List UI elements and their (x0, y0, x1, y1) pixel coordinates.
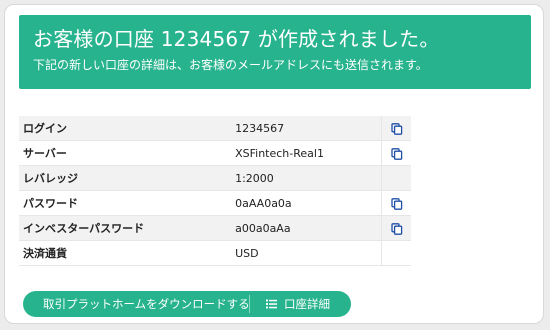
row-label: ログイン (19, 116, 234, 141)
copy-investor-password-button[interactable] (381, 215, 411, 241)
action-button-group: 取引プラットホームをダウンロードする 口座詳細 (23, 291, 351, 317)
row-value: 1234567 (233, 116, 382, 141)
copy-password-button[interactable] (381, 190, 411, 216)
row-label: インベスターパスワード (19, 215, 234, 241)
account-details-table: ログイン 1234567 サーバー XSFintech-Real1 レバレッジ … (19, 116, 411, 266)
download-button-label: 取引プラットホームをダウンロードする (43, 297, 250, 311)
table-row-login: ログイン 1234567 (19, 116, 411, 141)
row-label: サーバー (19, 140, 234, 166)
account-details-button[interactable]: 口座詳細 (250, 291, 351, 317)
list-icon (266, 299, 277, 309)
table-row-investor-password: インベスターパスワード a00a0aAa (19, 215, 411, 241)
row-value: 1:2000 (233, 165, 382, 191)
row-value: 0aAA0a0a (233, 190, 382, 216)
download-platform-button[interactable]: 取引プラットホームをダウンロードする (23, 291, 250, 317)
table-row-password: パスワード 0aAA0a0a (19, 190, 411, 216)
row-value: a00a0aAa (233, 215, 382, 241)
banner-title: お客様の口座 1234567 が作成されました。 (33, 27, 440, 51)
success-banner: お客様の口座 1234567 が作成されました。 下記の新しい口座の詳細は、お客… (19, 15, 531, 89)
row-label: パスワード (19, 190, 234, 216)
row-label: レバレッジ (19, 165, 234, 191)
copy-icon[interactable] (391, 197, 403, 210)
account-created-card: お客様の口座 1234567 が作成されました。 下記の新しい口座の詳細は、お客… (4, 4, 544, 324)
copy-icon[interactable] (391, 122, 403, 135)
row-value: USD (233, 240, 382, 266)
copy-icon[interactable] (391, 222, 403, 235)
copy-icon[interactable] (391, 147, 403, 160)
row-label: 決済通貨 (19, 240, 234, 266)
copy-server-button[interactable] (381, 140, 411, 166)
table-row-leverage: レバレッジ 1:2000 (19, 165, 411, 191)
copy-cell-empty (381, 240, 411, 266)
table-row-server: サーバー XSFintech-Real1 (19, 140, 411, 166)
details-button-label: 口座詳細 (284, 297, 330, 311)
table-row-currency: 決済通貨 USD (19, 240, 411, 266)
banner-subtitle: 下記の新しい口座の詳細は、お客様のメールアドレスにも送信されます。 (33, 58, 428, 72)
copy-cell-empty (381, 165, 411, 191)
copy-login-button[interactable] (381, 116, 411, 141)
row-value: XSFintech-Real1 (233, 140, 382, 166)
